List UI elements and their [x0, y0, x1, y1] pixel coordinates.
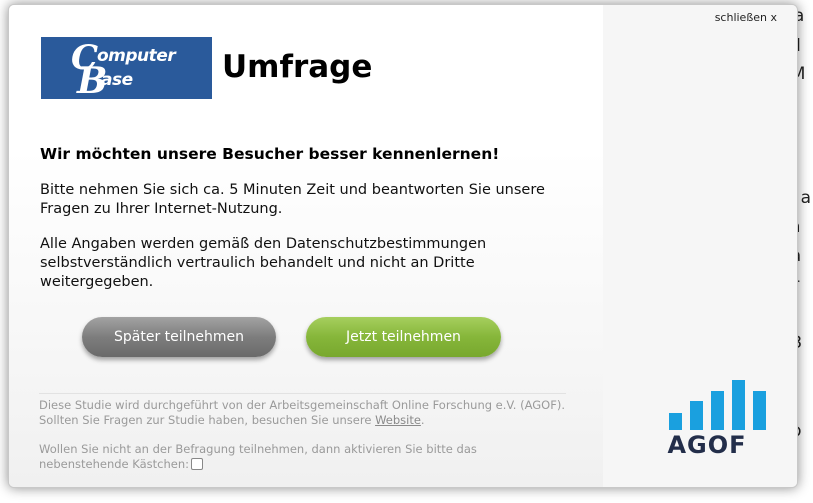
website-link[interactable]: Website — [375, 413, 421, 427]
agof-bar-icon — [669, 413, 682, 430]
study-info-text: Diese Studie wird durchgeführt von der A… — [39, 398, 569, 428]
logo-text: omputer — [97, 46, 176, 66]
footer-divider — [39, 393, 566, 394]
study-info-text-after: . — [420, 413, 425, 427]
intro-paragraph: Bitte nehmen Sie sich ca. 5 Minuten Zeit… — [40, 182, 545, 217]
privacy-paragraph: Alle Angaben werden gemäß den Datenschut… — [40, 236, 487, 290]
modal-headline: Wir möchten unsere Besucher besser kenne… — [40, 145, 500, 163]
agof-logo-text: AGOF — [667, 431, 747, 459]
agof-bar-icon — [711, 391, 724, 430]
agof-bar-icon — [753, 391, 766, 430]
close-button[interactable]: schließen x — [715, 11, 777, 24]
optout-checkbox[interactable] — [191, 458, 204, 470]
survey-modal: C omputer B ase Umfrage Wir möchten unse… — [8, 4, 798, 488]
participate-now-button[interactable]: Jetzt teilnehmen — [306, 317, 501, 357]
optout-text: Wollen Sie nicht an der Befragung teilne… — [39, 442, 569, 472]
modal-title: Umfrage — [222, 49, 373, 85]
modal-content-panel: C omputer B ase Umfrage Wir möchten unse… — [9, 5, 603, 487]
agof-bar-icon — [690, 401, 703, 430]
computerbase-logo: C omputer B ase — [41, 37, 212, 99]
study-info-text-before: Diese Studie wird durchgeführt von der A… — [39, 398, 565, 427]
logo-text: ase — [101, 70, 133, 90]
participate-later-button[interactable]: Später teilnehmen — [82, 317, 276, 357]
optout-label: Wollen Sie nicht an der Befragung teilne… — [39, 442, 477, 471]
agof-bar-icon — [732, 380, 745, 430]
agof-logo: AGOF — [659, 376, 766, 466]
